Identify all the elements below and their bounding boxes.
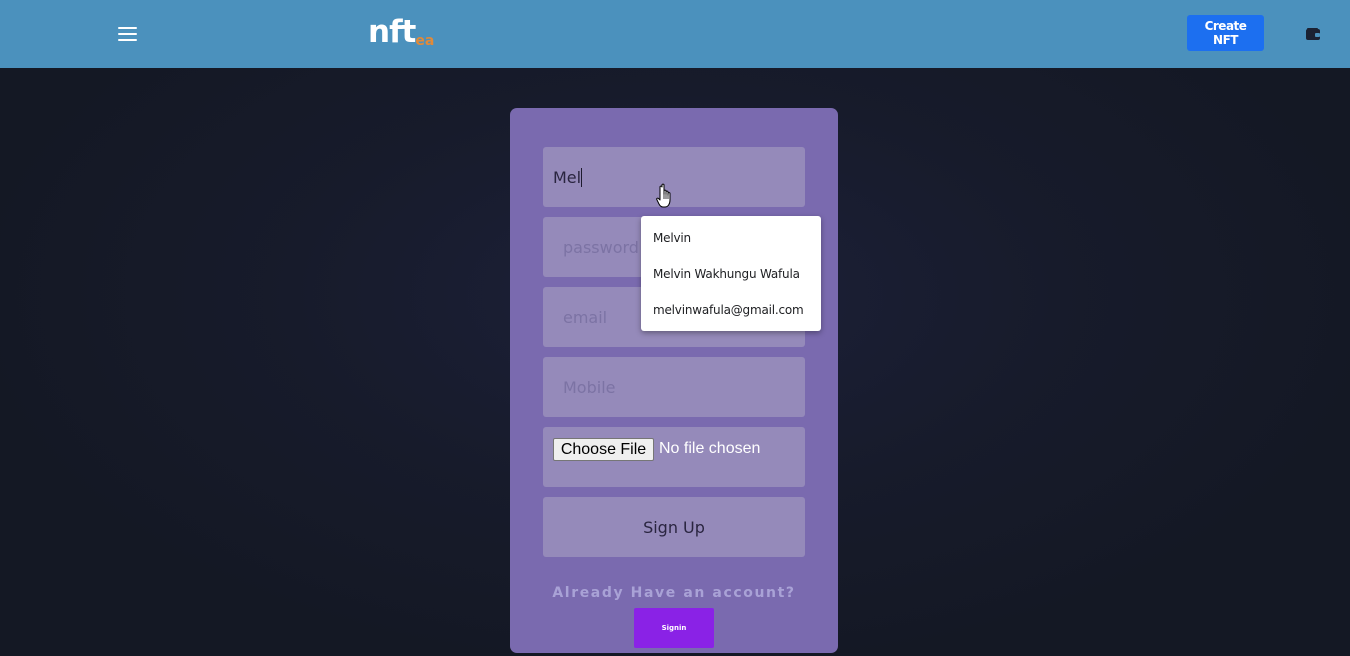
text-caret (581, 168, 582, 187)
logo-sub-text: ea (415, 33, 435, 49)
create-nft-button[interactable]: Create NFT (1187, 15, 1264, 51)
logo[interactable]: nftea (368, 12, 434, 52)
file-status-text: No file chosen (659, 440, 761, 457)
autocomplete-item[interactable]: melvinwafula@gmail.com (653, 303, 804, 317)
mobile-field[interactable] (543, 357, 805, 417)
sign-up-button[interactable]: Sign Up (543, 497, 805, 557)
username-field[interactable] (543, 147, 805, 207)
logo-main-text: nft (368, 14, 416, 50)
autocomplete-dropdown: Melvin Melvin Wakhungu Wafula melvinwafu… (641, 216, 821, 331)
mobile-input[interactable] (543, 357, 805, 417)
choose-file-button[interactable]: Choose File (553, 438, 654, 461)
signin-button[interactable]: Signin (634, 608, 714, 648)
autocomplete-item[interactable]: Melvin (653, 231, 691, 245)
autocomplete-item[interactable]: Melvin Wakhungu Wafula (653, 267, 800, 281)
file-upload-field: Choose File No file chosen (543, 427, 805, 487)
signup-card: Choose File No file chosen Sign Up Alrea… (510, 108, 838, 653)
top-navbar: nftea Create NFT (0, 0, 1350, 68)
username-input[interactable] (543, 147, 805, 207)
wallet-icon[interactable] (1305, 26, 1321, 40)
hamburger-menu-icon[interactable] (116, 24, 140, 44)
have-account-text: Already Have an account? (552, 585, 796, 601)
